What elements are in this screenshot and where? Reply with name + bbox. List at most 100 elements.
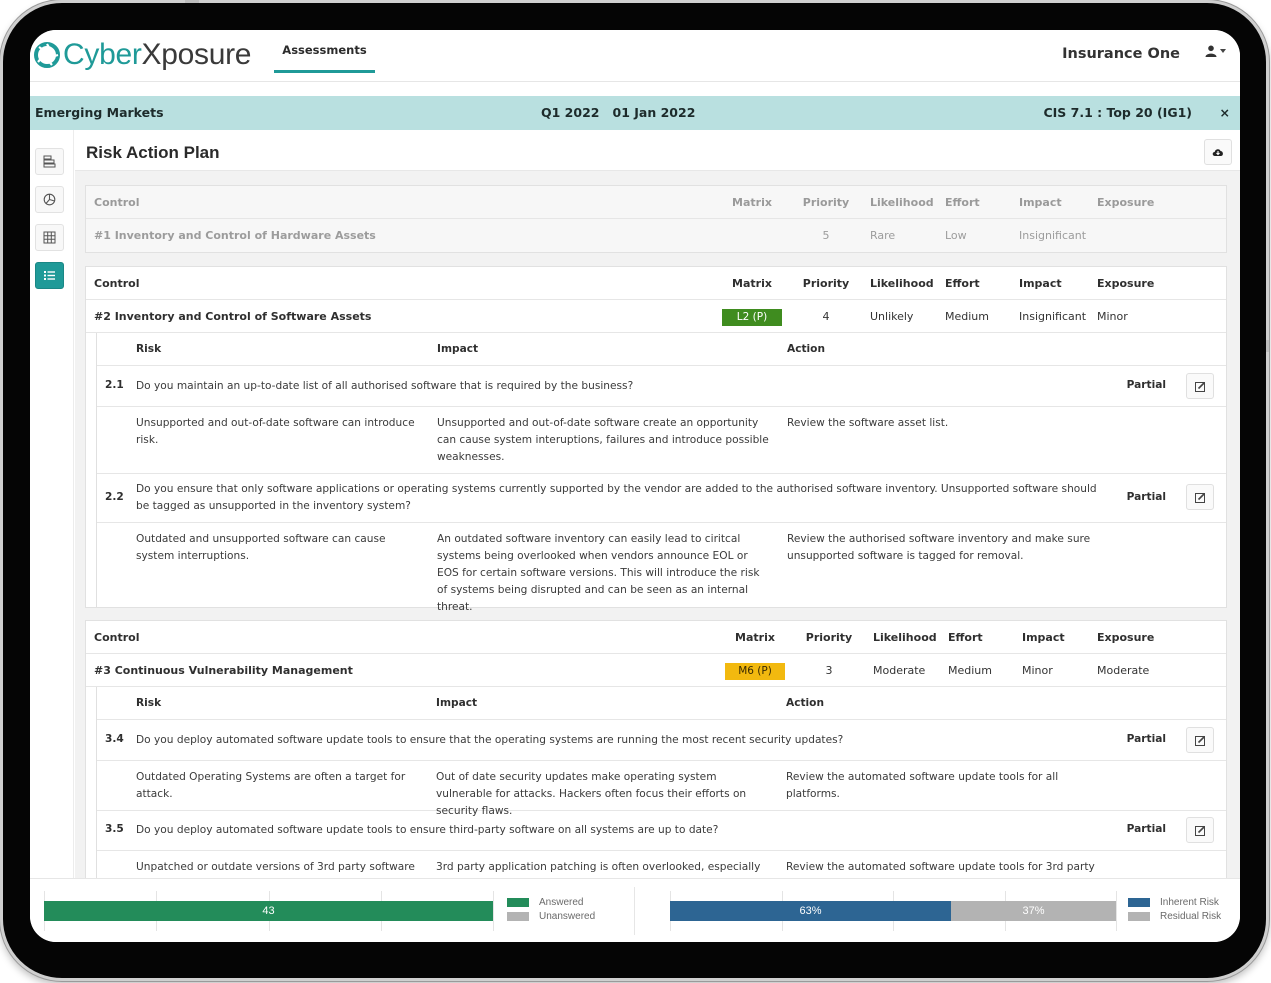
question-header-row: Risk Impact Action: [97, 687, 1226, 720]
app-logo[interactable]: CyberXposure: [34, 38, 251, 72]
sidebar-item-table[interactable]: [35, 224, 64, 251]
top-navbar: CyberXposure Assessments Insurance One: [30, 30, 1240, 82]
col-header-impact: Impact: [436, 697, 478, 709]
question-detail-row: Outdated Operating Systems are often a t…: [97, 761, 1226, 817]
device-top-button: [185, 0, 199, 3]
risk-text: Outdated Operating Systems are often a t…: [136, 771, 406, 800]
assessment-period: Q1 2022 01 Jan 2022: [541, 105, 695, 120]
control-row[interactable]: #2 Inventory and Control of Software Ass…: [86, 300, 1226, 333]
control-priority: 5: [822, 229, 830, 242]
risk-text: Unpatched or outdate versions of 3rd par…: [136, 861, 415, 873]
answer-status: Partial: [1126, 733, 1166, 745]
app-screen: CyberXposure Assessments Insurance One E…: [30, 30, 1240, 942]
impact-text: An outdated software inventory can easil…: [437, 533, 760, 613]
control-effort: Medium: [948, 664, 992, 677]
control-header-row: Control Matrix Priority Likelihood Effor…: [86, 621, 1226, 654]
sidebar-item-dashboard[interactable]: [35, 186, 64, 213]
edit-icon: [1194, 735, 1205, 746]
legend-swatch: [1128, 911, 1150, 921]
question-text: Do you maintain an up-to-date list of al…: [136, 380, 634, 392]
col-header-exposure: Exposure: [1097, 196, 1155, 209]
residual-risk-bar-segment: 37%: [950, 901, 1116, 921]
edit-icon: [1194, 492, 1205, 503]
control-card-1[interactable]: Control Matrix Priority Likelihood Effor…: [85, 185, 1227, 253]
question-row: 3.4 Do you deploy automated software upd…: [97, 720, 1226, 761]
user-menu-button[interactable]: [1205, 45, 1226, 57]
col-header-action: Action: [786, 697, 824, 709]
control-effort: Medium: [945, 310, 989, 323]
risk-text: Unsupported and out-of-date software can…: [136, 417, 415, 446]
col-header-control: Control: [94, 196, 140, 209]
answer-status: Partial: [1126, 379, 1166, 391]
matrix-badge: L2 (P): [722, 309, 782, 326]
download-button[interactable]: [1204, 139, 1232, 165]
risk-bar-chart: 63% 37%: [670, 891, 1117, 931]
action-text: Review the automated software update too…: [786, 771, 1059, 800]
question-number: 3.4: [105, 733, 124, 745]
col-header-matrix: Matrix: [732, 196, 772, 209]
answered-bar-chart: 43: [44, 891, 494, 931]
edit-button[interactable]: [1186, 373, 1214, 399]
legend-item-inherent-risk: Inherent Risk: [1128, 895, 1221, 909]
control-exposure: Minor: [1097, 310, 1128, 323]
user-icon: [1205, 45, 1217, 57]
summary-footer: 43 Answered Unanswered 63% 37% Inherent …: [30, 878, 1240, 942]
control-name: #2 Inventory and Control of Software Ass…: [94, 310, 372, 323]
col-header-effort: Effort: [945, 196, 980, 209]
col-header-matrix: Matrix: [735, 631, 775, 644]
col-header-priority: Priority: [802, 196, 850, 209]
cloud-download-icon: [1212, 149, 1223, 156]
col-header-exposure: Exposure: [1097, 631, 1155, 644]
col-header-control: Control: [94, 277, 140, 290]
legend-item-unanswered: Unanswered: [507, 909, 595, 923]
legend-swatch: [507, 897, 529, 907]
question-row: 3.5 Do you deploy automated software upd…: [97, 811, 1226, 851]
control-row[interactable]: #1 Inventory and Control of Hardware Ass…: [86, 219, 1226, 252]
question-row: 2.2 Do you ensure that only software app…: [97, 474, 1226, 523]
edit-button[interactable]: [1186, 817, 1214, 843]
answer-status: Partial: [1126, 491, 1166, 503]
legend-item-answered: Answered: [507, 895, 595, 909]
control-likelihood: Moderate: [873, 664, 926, 677]
tab-assessments[interactable]: Assessments: [274, 30, 375, 73]
sidebar-item-list[interactable]: [35, 148, 64, 175]
control-header-row: Control Matrix Priority Likelihood Effor…: [86, 267, 1226, 300]
control-exposure: Moderate: [1097, 664, 1150, 677]
answered-bar-segment: 43: [44, 901, 493, 921]
close-icon[interactable]: ×: [1220, 105, 1230, 120]
question-table: Risk Impact Action 3.4 Do you deploy aut…: [96, 687, 1226, 901]
answer-status: Partial: [1126, 823, 1166, 835]
edit-button[interactable]: [1186, 484, 1214, 510]
date-label: 01 Jan 2022: [612, 105, 696, 120]
bullet-list-icon: [44, 271, 55, 280]
main-content: Risk Action Plan Control Matrix Priority…: [75, 130, 1240, 910]
col-header-effort: Effort: [945, 277, 980, 290]
question-detail-row: Outdated and unsupported software can ca…: [97, 523, 1226, 613]
col-header-exposure: Exposure: [1097, 277, 1155, 290]
legend-label: Inherent Risk: [1160, 896, 1219, 908]
col-header-control: Control: [94, 631, 140, 644]
control-header-row: Control Matrix Priority Likelihood Effor…: [86, 186, 1226, 219]
question-number: 2.2: [105, 491, 124, 503]
col-header-impact: Impact: [437, 343, 479, 355]
legend-item-residual-risk: Residual Risk: [1128, 909, 1221, 923]
col-header-impact: Impact: [1022, 631, 1065, 644]
action-text: Review the software asset list.: [787, 417, 949, 429]
col-header-likelihood: Likelihood: [870, 196, 934, 209]
question-row: 2.1 Do you maintain an up-to-date list o…: [97, 366, 1226, 407]
grid-table-icon: [43, 231, 56, 244]
edit-button[interactable]: [1186, 727, 1214, 753]
control-card-2: Control Matrix Priority Likelihood Effor…: [85, 266, 1227, 613]
question-text: Do you ensure that only software applica…: [136, 483, 1097, 512]
device-side-button: [1266, 340, 1269, 352]
col-header-likelihood: Likelihood: [870, 277, 934, 290]
control-impact: Minor: [1022, 664, 1053, 677]
question-header-row: Risk Impact Action: [97, 333, 1226, 366]
question-number: 2.1: [105, 379, 124, 391]
control-row[interactable]: #3 Continuous Vulnerability Management M…: [86, 654, 1226, 687]
page-title: Risk Action Plan: [86, 143, 220, 162]
list-bars-icon: [43, 155, 56, 168]
col-header-impact: Impact: [1019, 277, 1062, 290]
sidebar: [30, 130, 74, 910]
sidebar-item-risk-action-plan[interactable]: [35, 262, 64, 289]
